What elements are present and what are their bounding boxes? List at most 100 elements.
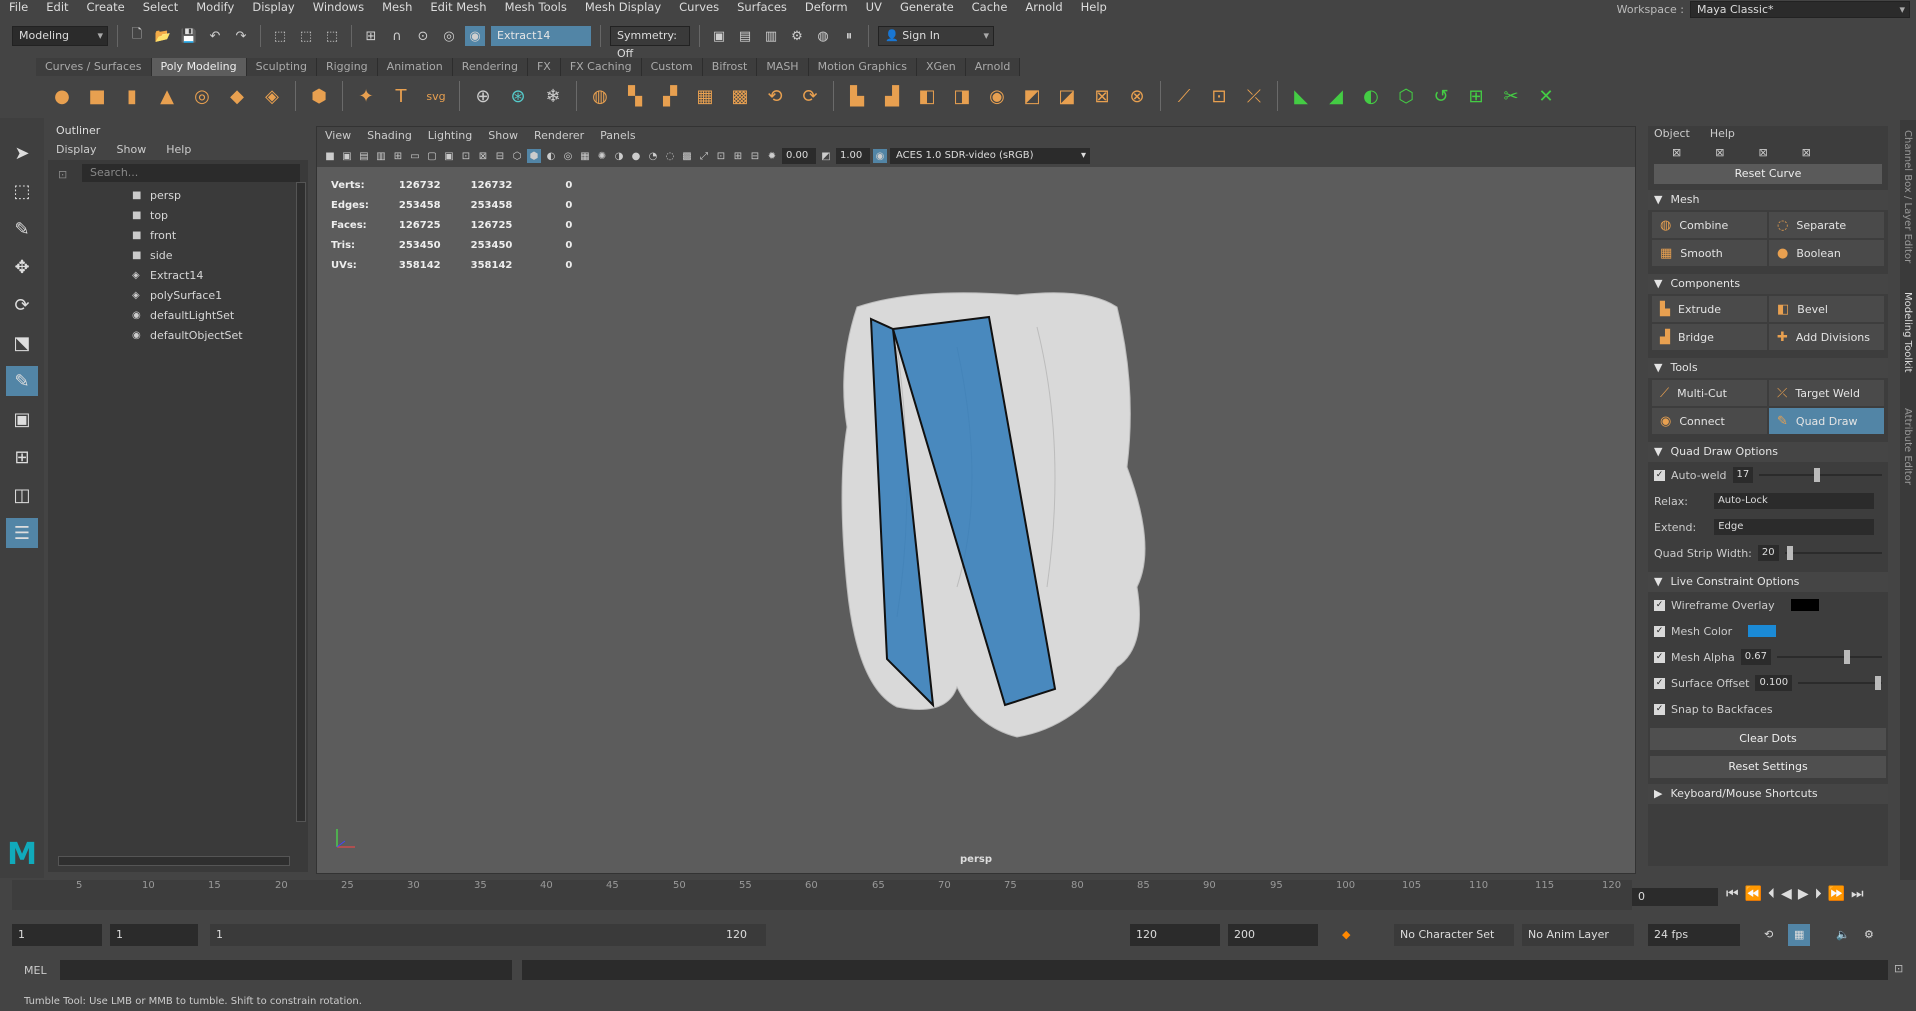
- rotate-tool-icon[interactable]: ⟳: [6, 290, 38, 320]
- shelf-tab-poly-modeling[interactable]: Poly Modeling: [151, 58, 247, 76]
- open-scene-icon[interactable]: 📂: [153, 26, 173, 46]
- multi-cut-icon[interactable]: ⟋: [1168, 81, 1200, 111]
- mesh-color-checkbox[interactable]: ✓: [1654, 625, 1665, 637]
- pants-mesh-model[interactable]: [837, 287, 1157, 747]
- separate-icon[interactable]: ▚: [619, 81, 651, 111]
- poly-sphere-icon[interactable]: ●: [46, 81, 78, 111]
- go-to-end-icon[interactable]: ⏭: [1851, 886, 1864, 902]
- textured-icon[interactable]: ▦: [578, 149, 592, 163]
- ipr-icon[interactable]: ▥: [761, 26, 781, 46]
- platonic-solid-icon[interactable]: ⬢: [303, 81, 335, 111]
- shelf-tab-fx[interactable]: FX: [527, 58, 561, 76]
- undo-icon[interactable]: ↶: [205, 26, 225, 46]
- xray-joints-icon[interactable]: ⊟: [748, 149, 762, 163]
- mesh-alpha-field[interactable]: 0.67: [1740, 649, 1771, 665]
- range-slider[interactable]: 1: [210, 924, 766, 946]
- mesh-color-swatch[interactable]: [1748, 625, 1777, 637]
- append-icon[interactable]: ◉: [981, 81, 1013, 111]
- select-component-icon[interactable]: ⬚: [322, 26, 342, 46]
- menu-edit[interactable]: Edit: [37, 0, 77, 14]
- uv-unfold-icon[interactable]: ↺: [1425, 81, 1457, 111]
- bevel-icon[interactable]: ◧: [911, 81, 943, 111]
- fill-hole-icon[interactable]: ◨: [946, 81, 978, 111]
- exposure-icon[interactable]: ✹: [765, 149, 779, 163]
- menu-arnold[interactable]: Arnold: [1016, 0, 1071, 14]
- slider-handle[interactable]: [1844, 650, 1851, 664]
- bevel-button[interactable]: ◧ Bevel: [1769, 296, 1884, 322]
- poly-disc-icon[interactable]: ◈: [256, 81, 288, 111]
- face-mode-icon[interactable]: ⊠: [1802, 146, 1811, 159]
- audio-icon[interactable]: 🔈: [1830, 924, 1850, 946]
- separate-button[interactable]: ◌ Separate: [1769, 212, 1884, 238]
- outliner-item[interactable]: ◉ defaultObjectSet: [48, 326, 308, 346]
- select-hierarchy-icon[interactable]: ⬚: [270, 26, 290, 46]
- outliner-menu-help[interactable]: Help: [166, 140, 191, 160]
- mel-input[interactable]: [60, 960, 512, 980]
- components-section-header[interactable]: ▼ Components: [1648, 274, 1888, 294]
- uv-planar-icon[interactable]: ◣: [1285, 81, 1317, 111]
- camera-lock-icon[interactable]: ▣: [340, 149, 354, 163]
- target-weld-icon[interactable]: ⤫: [1238, 81, 1270, 111]
- camera-attributes-icon[interactable]: ■: [323, 149, 337, 163]
- super-shape-icon[interactable]: ✦: [350, 81, 382, 111]
- step-forward-frame-icon[interactable]: ⏵: [1815, 886, 1822, 902]
- shelf-tab-arnold[interactable]: Arnold: [965, 58, 1021, 76]
- film-gate-icon[interactable]: ▭: [408, 149, 422, 163]
- target-weld-button[interactable]: ⤫ Target Weld: [1769, 380, 1884, 406]
- xray-icon[interactable]: ⊡: [714, 149, 728, 163]
- menu-mesh-tools[interactable]: Mesh Tools: [496, 0, 576, 14]
- workspace-dropdown[interactable]: Maya Classic*: [1690, 1, 1910, 18]
- auto-weld-checkbox[interactable]: ✓: [1654, 469, 1665, 481]
- cache-playback-icon[interactable]: ▦: [1788, 924, 1810, 946]
- outliner-search-input[interactable]: Search...: [82, 164, 300, 182]
- strip-width-field[interactable]: 20: [1757, 545, 1779, 561]
- menu-display[interactable]: Display: [243, 0, 303, 14]
- outliner-vertical-scrollbar[interactable]: [296, 182, 306, 822]
- poly-cylinder-icon[interactable]: ▮: [116, 81, 148, 111]
- safe-action-icon[interactable]: ⊠: [476, 149, 490, 163]
- outliner-layout-icon[interactable]: ☰: [6, 518, 38, 548]
- gamma-icon[interactable]: ◩: [819, 149, 833, 163]
- wireframe-on-shaded-icon[interactable]: ◎: [561, 149, 575, 163]
- select-object-icon[interactable]: ⬚: [296, 26, 316, 46]
- character-set-dropdown[interactable]: No Character Set: [1394, 924, 1514, 946]
- menu-uv[interactable]: UV: [857, 0, 891, 14]
- reset-settings-button[interactable]: Reset Settings: [1650, 756, 1886, 778]
- bridge-icon[interactable]: ▟: [876, 81, 908, 111]
- viewport-persp[interactable]: View Shading Lighting Show Renderer Pane…: [316, 126, 1636, 874]
- pause-icon[interactable]: ⏸: [839, 26, 859, 46]
- uv-editor-icon[interactable]: ⊛: [502, 81, 534, 111]
- outliner-item[interactable]: ◈ polySurface1: [48, 286, 308, 306]
- boolean-icon[interactable]: ⟳: [794, 81, 826, 111]
- dof-icon[interactable]: ▩: [680, 149, 694, 163]
- loop-icon[interactable]: ⟲: [1758, 924, 1778, 946]
- smooth-shade-icon[interactable]: ⬢: [527, 149, 541, 163]
- viewport-menu-view[interactable]: View: [317, 127, 359, 145]
- menu-modify[interactable]: Modify: [187, 0, 243, 14]
- four-view-layout-icon[interactable]: ⊞: [6, 442, 38, 472]
- shelf-tab-custom[interactable]: Custom: [641, 58, 703, 76]
- outliner-item[interactable]: ■ top: [48, 206, 308, 226]
- svg-icon[interactable]: svg: [420, 81, 452, 111]
- sign-in-dropdown[interactable]: 👤 Sign In ▾: [878, 26, 994, 46]
- script-editor-icon[interactable]: ⊡: [1894, 962, 1903, 975]
- tab-channel-box[interactable]: Channel Box / Layer Editor: [1902, 130, 1913, 263]
- add-divisions-button[interactable]: ✚ Add Divisions: [1769, 324, 1884, 350]
- shelf-tab-bifrost[interactable]: Bifrost: [702, 58, 758, 76]
- filter-icon[interactable]: ⊡: [58, 168, 67, 181]
- poly-cube-icon[interactable]: ■: [81, 81, 113, 111]
- outliner-item[interactable]: ■ side: [48, 246, 308, 266]
- safe-title-icon[interactable]: ⊟: [493, 149, 507, 163]
- mirror-icon[interactable]: ⟲: [759, 81, 791, 111]
- mesh-section-header[interactable]: ▼ Mesh: [1648, 190, 1888, 210]
- slider-handle[interactable]: [1786, 546, 1793, 560]
- viewport-menu-show[interactable]: Show: [480, 127, 526, 145]
- shadows-icon[interactable]: ◑: [612, 149, 626, 163]
- uv-cylindrical-icon[interactable]: ◢: [1320, 81, 1352, 111]
- go-to-start-icon[interactable]: ⏮: [1726, 886, 1739, 902]
- isolate-select-icon[interactable]: ⤢: [697, 149, 711, 163]
- menu-surfaces[interactable]: Surfaces: [728, 0, 796, 14]
- shelf-tab-curves[interactable]: Curves / Surfaces: [36, 58, 152, 76]
- vertex-mode-icon[interactable]: ⊠: [1715, 146, 1724, 159]
- menu-mesh[interactable]: Mesh: [373, 0, 421, 14]
